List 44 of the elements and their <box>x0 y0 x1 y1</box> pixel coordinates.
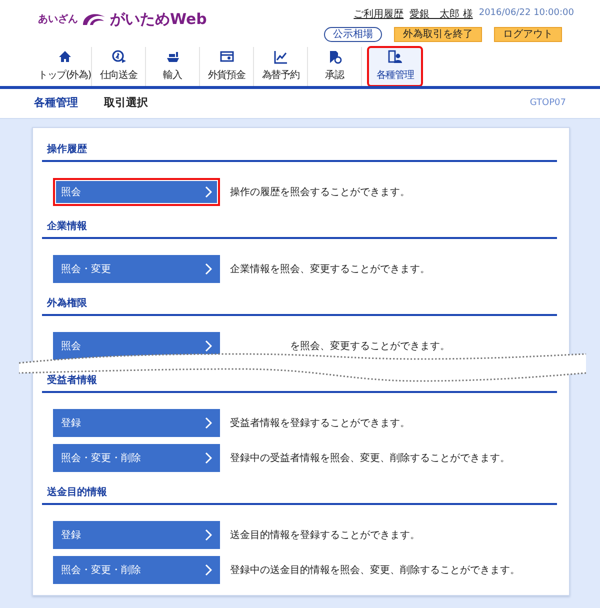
chevron-right-icon <box>204 186 212 198</box>
menu-button[interactable]: 登録 <box>53 521 220 549</box>
menu-button[interactable]: 登録 <box>53 409 220 437</box>
page-title: 各種管理 <box>34 95 78 112</box>
section-heading: 操作履歴 <box>42 136 557 162</box>
header-button[interactable]: 外為取引を終了 <box>394 27 482 42</box>
description-text: を照会、変更することができます。 <box>289 340 450 354</box>
chevron-right-icon <box>204 340 212 352</box>
section-heading: 外為権限 <box>42 290 557 316</box>
card-icon <box>220 50 234 64</box>
description-text: 送金目的情報を登録することができます。 <box>230 528 420 542</box>
chevron-right-icon <box>204 564 212 576</box>
ship-icon <box>166 50 180 64</box>
section-heading: 受益者情報 <box>42 367 557 393</box>
page-subtitle: 取引選択 <box>104 95 148 112</box>
section-heading: 送金目的情報 <box>42 479 557 505</box>
datetime-text: 2016/06/22 10:00:00 <box>478 7 574 20</box>
description-text: 登録中の送金目的情報を照会、変更、削除することができます。 <box>230 564 520 578</box>
user-name-link[interactable]: 愛銀 太郎 様 <box>410 7 473 22</box>
history-link[interactable]: ご利用履歴 <box>354 7 404 22</box>
menu-button[interactable]: 照会・変更 <box>53 255 220 283</box>
chevron-right-icon <box>204 263 212 275</box>
menu-button[interactable]: 照会・変更・削除 <box>53 556 220 584</box>
menu-button[interactable]: 照会・変更・削除 <box>53 444 220 472</box>
chevron-right-icon <box>204 529 212 541</box>
logo-title: がいためWeb <box>110 9 207 30</box>
header-button[interactable]: 公示相場 <box>324 27 382 42</box>
chevron-right-icon <box>204 417 212 429</box>
description-text: 操作の履歴を照会することができます。 <box>230 186 410 200</box>
description-text: 受益者情報を登録することができます。 <box>230 416 410 430</box>
logo-subtext: あいざん <box>38 12 78 27</box>
menu-button[interactable]: 照会 <box>53 178 220 206</box>
description-text: 登録中の受益者情報を照会、変更、削除することができます。 <box>230 452 510 466</box>
document-icon <box>328 50 342 64</box>
chart-icon <box>274 50 288 64</box>
chevron-right-icon <box>204 452 212 464</box>
screen-id: GTOP07 <box>530 96 566 110</box>
header-button[interactable]: ログアウト <box>494 27 562 42</box>
home-icon <box>58 50 72 64</box>
person-card-icon <box>388 50 402 64</box>
nav-tab[interactable]: 各種管理 <box>368 47 422 86</box>
swirl-logo-icon <box>81 11 107 28</box>
description-text: 企業情報を照会、変更することができます。 <box>230 262 430 276</box>
section-heading: 企業情報 <box>42 213 557 239</box>
